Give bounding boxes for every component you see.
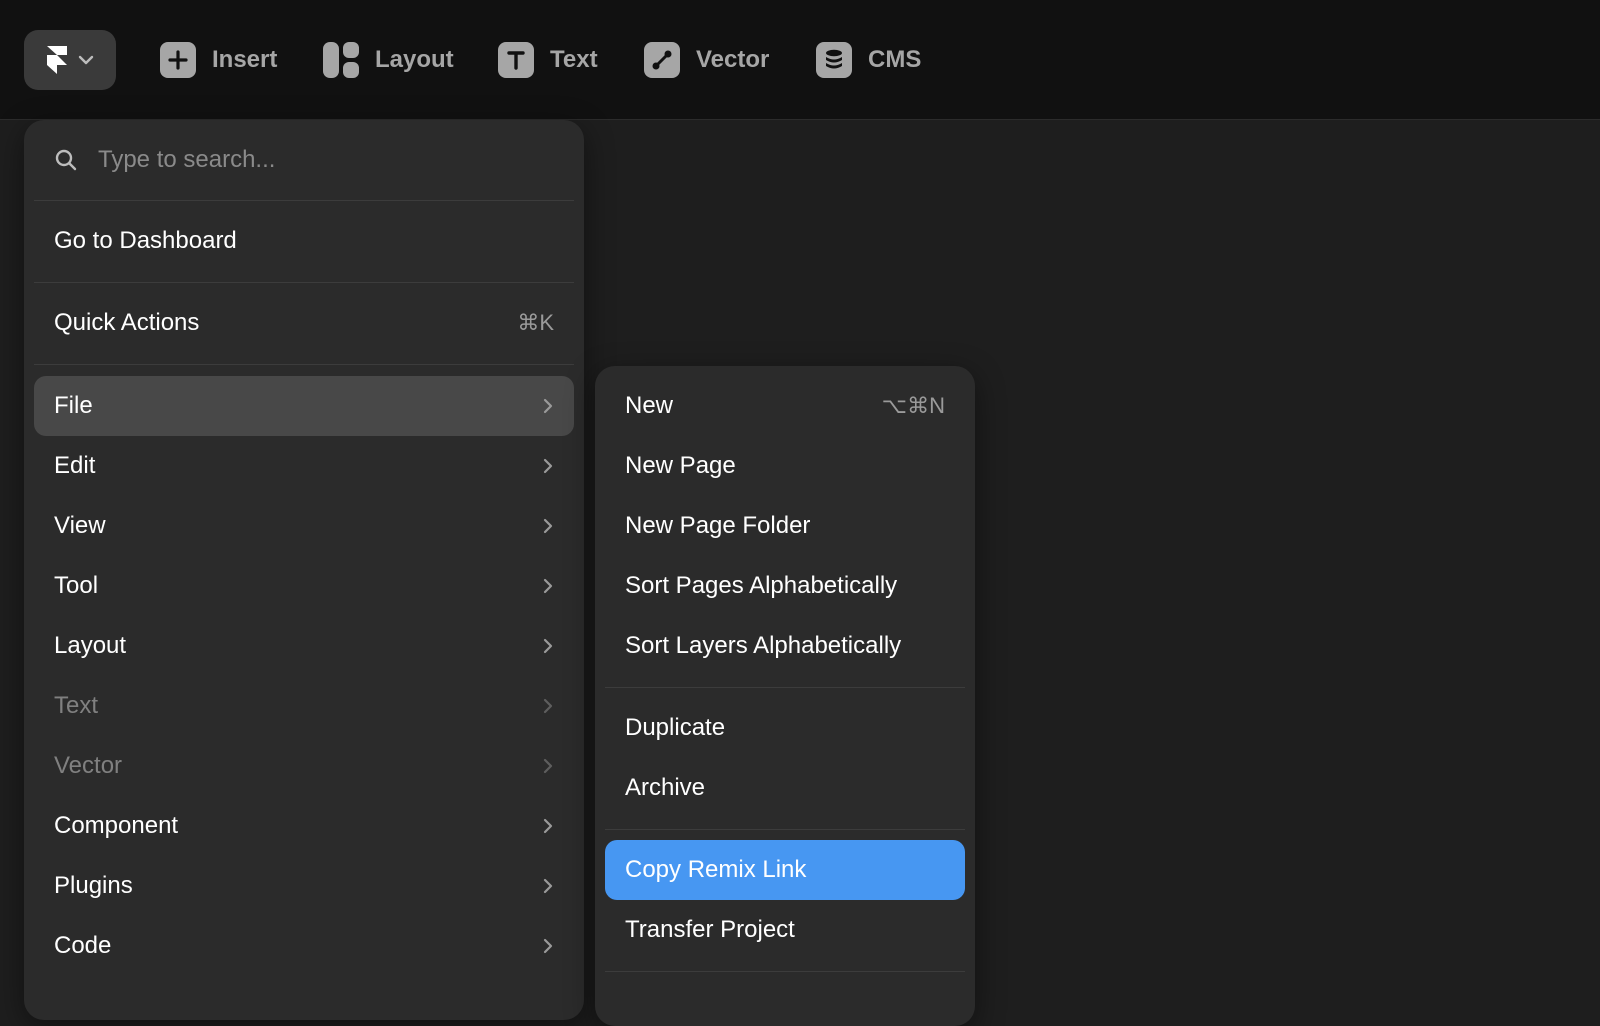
search-input[interactable] <box>98 140 558 180</box>
toolbar-vector[interactable]: Vector <box>644 40 769 80</box>
submenu-item-label: Sort Layers Alphabetically <box>625 632 902 659</box>
project-menu-button[interactable] <box>24 30 116 90</box>
chevron-right-icon <box>543 818 553 834</box>
toolbar-text-label: Text <box>550 46 598 73</box>
menu-item-label: Tool <box>54 572 99 599</box>
divider <box>605 829 965 830</box>
vector-pen-icon <box>644 42 680 78</box>
shortcut-hint: ⌥⌘N <box>881 393 945 418</box>
chevron-right-icon <box>543 878 553 894</box>
divider <box>34 200 574 201</box>
submenu-item-copy-remix-link[interactable]: Copy Remix Link <box>605 840 965 900</box>
menu-item-dashboard[interactable]: Go to Dashboard <box>34 211 574 271</box>
menu-item-label: View <box>54 512 106 539</box>
submenu-item-label: New Page Folder <box>625 512 811 539</box>
toolbar-vector-label: Vector <box>696 46 770 73</box>
menu-item-quick-actions[interactable]: Quick Actions ⌘K <box>34 293 574 353</box>
toolbar-cms-label: CMS <box>868 46 922 73</box>
divider <box>605 971 965 972</box>
menu-item-label: Plugins <box>54 872 133 899</box>
menu-item-plugins[interactable]: Plugins <box>34 856 574 916</box>
shortcut-hint: ⌘K <box>517 310 554 335</box>
menu-item-label: Component <box>54 812 179 839</box>
menu-item-component[interactable]: Component <box>34 796 574 856</box>
toolbar-layout[interactable]: Layout <box>323 40 454 80</box>
divider <box>34 364 574 365</box>
toolbar-cms[interactable]: CMS <box>816 40 921 80</box>
divider <box>605 687 965 688</box>
submenu-item-archive[interactable]: Archive <box>605 758 965 818</box>
submenu-item-new[interactable]: New ⌥⌘N <box>605 376 965 436</box>
menu-item-view[interactable]: View <box>34 496 574 556</box>
chevron-down-icon <box>78 55 94 65</box>
search-icon <box>55 149 77 171</box>
main-menu: Go to Dashboard Quick Actions ⌘K File Ed… <box>24 120 584 1020</box>
database-icon <box>816 42 852 78</box>
framer-logo-icon <box>47 46 67 74</box>
chevron-right-icon <box>543 458 553 474</box>
menu-item-label: File <box>54 392 93 419</box>
chevron-right-icon <box>543 578 553 594</box>
submenu-item-label: Sort Pages Alphabetically <box>625 572 898 599</box>
menu-item-label: Edit <box>54 452 96 479</box>
toolbar-insert[interactable]: Insert <box>160 40 277 80</box>
menu-item-label: Text <box>54 692 99 719</box>
toolbar-insert-label: Insert <box>212 46 278 73</box>
menu-item-label: Vector <box>54 752 123 779</box>
submenu-item-label: New Page <box>625 452 736 479</box>
menu-item-file[interactable]: File <box>34 376 574 436</box>
submenu-item-label: New <box>625 392 674 419</box>
submenu-item-label: Duplicate <box>625 714 726 741</box>
chevron-right-icon <box>543 638 553 654</box>
submenu-item-new-page-folder[interactable]: New Page Folder <box>605 496 965 556</box>
divider <box>34 282 574 283</box>
submenu-item-label: Archive <box>625 774 706 801</box>
menu-item-layout[interactable]: Layout <box>34 616 574 676</box>
submenu-item-label: Copy Remix Link <box>625 856 807 883</box>
menu-search <box>24 120 584 200</box>
menu-item-label: Go to Dashboard <box>54 227 237 254</box>
menu-item-label: Layout <box>54 632 127 659</box>
chevron-right-icon <box>543 698 553 714</box>
submenu-item-transfer-project[interactable]: Transfer Project <box>605 900 965 960</box>
toolbar-layout-label: Layout <box>375 46 454 73</box>
menu-item-label: Code <box>54 932 112 959</box>
submenu-item-label: Transfer Project <box>625 916 795 943</box>
top-toolbar: Insert Layout Text Vector CMS <box>0 0 1600 120</box>
menu-item-text: Text <box>34 676 574 736</box>
chevron-right-icon <box>543 758 553 774</box>
submenu-item-new-page[interactable]: New Page <box>605 436 965 496</box>
menu-item-edit[interactable]: Edit <box>34 436 574 496</box>
submenu-item-sort-layers[interactable]: Sort Layers Alphabetically <box>605 616 965 676</box>
layout-icon <box>323 42 359 78</box>
plus-icon <box>160 42 196 78</box>
chevron-right-icon <box>543 518 553 534</box>
menu-item-tool[interactable]: Tool <box>34 556 574 616</box>
menu-item-code[interactable]: Code <box>34 916 574 976</box>
text-icon <box>498 42 534 78</box>
chevron-right-icon <box>543 398 553 414</box>
chevron-right-icon <box>543 938 553 954</box>
submenu-item-sort-pages[interactable]: Sort Pages Alphabetically <box>605 556 965 616</box>
file-submenu: New ⌥⌘N New Page New Page Folder Sort Pa… <box>595 366 975 1026</box>
toolbar-text[interactable]: Text <box>498 40 598 80</box>
menu-item-label: Quick Actions <box>54 309 200 336</box>
menu-item-vector: Vector <box>34 736 574 796</box>
submenu-item-duplicate[interactable]: Duplicate <box>605 698 965 758</box>
